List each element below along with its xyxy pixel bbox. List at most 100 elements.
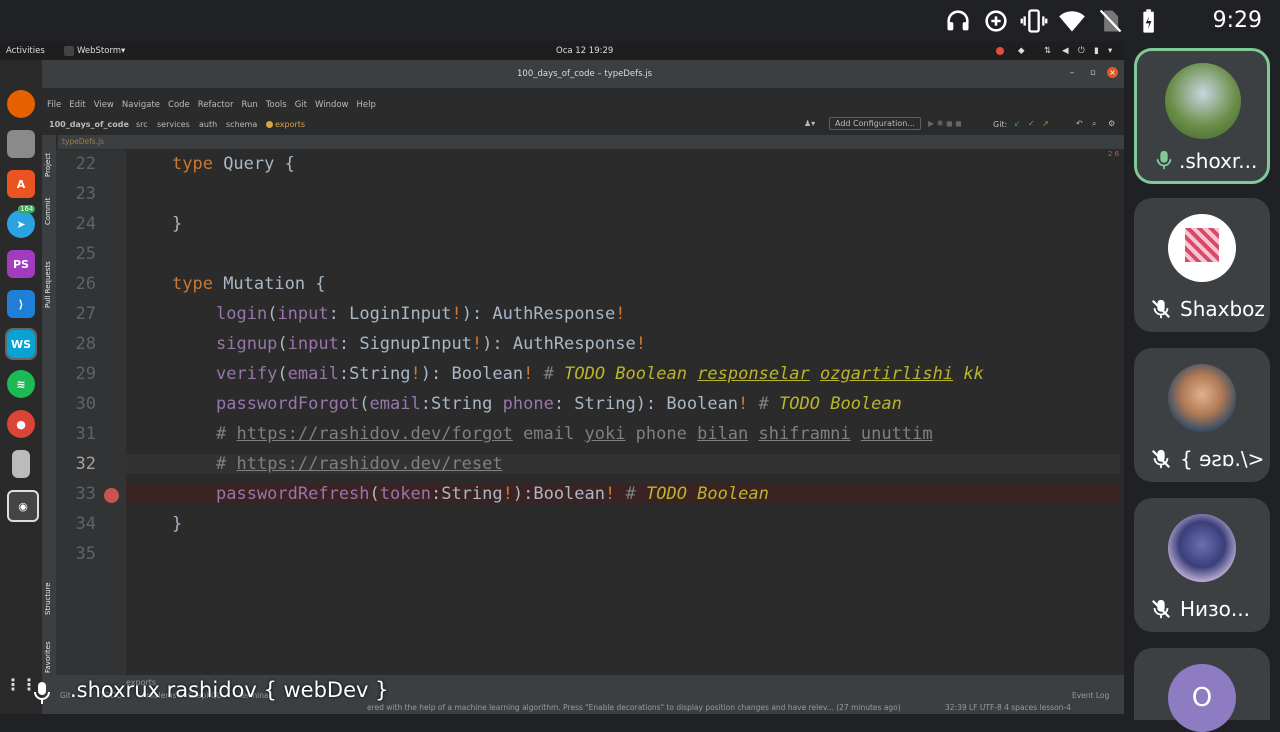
menu-git[interactable]: Git	[295, 100, 307, 116]
line-number: 30	[75, 394, 96, 414]
editor-tab-bar: typeDefs.js	[58, 135, 1124, 149]
tray-app-icon[interactable]	[996, 47, 1004, 55]
headphones-icon	[947, 10, 969, 31]
breakpoint-icon[interactable]	[104, 488, 119, 503]
menu-tools[interactable]: Tools	[266, 100, 287, 116]
chrome-icon[interactable]: ●	[7, 410, 35, 438]
code-line[interactable]: passwordRefresh(token:String!):Boolean! …	[126, 484, 1120, 504]
breadcrumb-project[interactable]: 100_days_of_code	[49, 120, 129, 129]
menu-bar: File Edit View Navigate Code Refactor Run Tools…	[42, 100, 1124, 116]
breadcrumb-exports[interactable]: exports	[275, 120, 305, 129]
line-number: 32	[75, 454, 96, 474]
line-number: 23	[75, 184, 96, 204]
menu-code[interactable]: Code	[168, 100, 190, 116]
pull-requests-tool-tab[interactable]: Pull Requests	[44, 233, 52, 308]
breadcrumb-services[interactable]: services	[157, 120, 190, 129]
menu-view[interactable]: View	[94, 100, 114, 116]
menu-help[interactable]: Help	[357, 100, 376, 116]
code-line[interactable]: type Mutation {	[172, 274, 326, 294]
vscode-icon[interactable]: ⟩	[7, 290, 35, 318]
participant-name: .shoxr...	[1179, 149, 1258, 173]
shared-screen: Activities WebStorm ▾ Oca 12 19:29 ◆ ⇅ ◀…	[0, 42, 1124, 714]
line-number: 24	[75, 214, 96, 234]
status-right[interactable]: 32:39 LF UTF-8 4 spaces lesson-4	[945, 703, 1071, 712]
shield-icon[interactable]: ◆	[1018, 42, 1025, 60]
webstorm-icon[interactable]: WS	[5, 328, 37, 360]
line-number-gutter: 22 23 24 25 26 27 28 29 30 31 32 33 34 35	[56, 150, 126, 695]
menu-navigate[interactable]: Navigate	[122, 100, 160, 116]
power-icon[interactable]: ⏻	[1078, 42, 1085, 60]
inspection-widget[interactable]: 2 6	[1108, 150, 1119, 158]
code-line[interactable]: # https://rashidov.dev/reset	[126, 454, 1120, 474]
status-message[interactable]: ered with the help of a machine learning…	[367, 703, 901, 712]
code-line[interactable]: passwordForgot(email:String phone: Strin…	[216, 394, 902, 414]
active-app-menu[interactable]: WebStorm	[77, 42, 121, 60]
mic-on-icon	[1156, 150, 1172, 170]
breadcrumb-src[interactable]: src	[136, 120, 148, 129]
network-icon[interactable]: ⇅	[1044, 42, 1051, 60]
code-line[interactable]: signup(input: SignupInput!): AuthRespons…	[216, 334, 646, 354]
menu-edit[interactable]: Edit	[69, 100, 85, 116]
search-icon[interactable]: ⌕	[1092, 119, 1096, 129]
files-icon[interactable]	[7, 130, 35, 158]
clock: 9:29	[1212, 8, 1262, 33]
usb-drive-icon[interactable]	[12, 450, 30, 478]
volume-icon[interactable]: ◀	[1062, 42, 1069, 60]
line-number: 26	[75, 274, 96, 294]
commit-tool-tab[interactable]: Commit	[44, 185, 52, 226]
software-center-icon[interactable]: A	[7, 170, 35, 198]
minimize-icon[interactable]: –	[1070, 68, 1074, 78]
close-icon[interactable]: ×	[1107, 67, 1118, 78]
undo-icon[interactable]: ↶	[1076, 119, 1083, 128]
telegram-icon[interactable]: ➤	[7, 210, 35, 238]
code-editor[interactable]: 2 6 type Query {} type Mutation { login(in…	[126, 150, 1120, 695]
git-push-icon[interactable]: ↗	[1042, 119, 1049, 128]
breadcrumb-schema[interactable]: schema	[226, 120, 257, 129]
git-label: Git:	[993, 120, 1008, 129]
git-commit-icon[interactable]: ✓	[1028, 119, 1035, 128]
code-line[interactable]: }	[172, 214, 182, 234]
avatar	[1168, 514, 1236, 582]
menu-file[interactable]: File	[47, 100, 61, 116]
code-line[interactable]: verify(email:String!): Boolean! # TODO B…	[216, 364, 984, 384]
line-number: 29	[75, 364, 96, 384]
breadcrumb-auth[interactable]: auth	[199, 120, 217, 129]
user-icon[interactable]: ♟▾	[804, 119, 815, 128]
data-saver-icon	[985, 10, 1007, 32]
favorites-tool-tab[interactable]: Favorites	[44, 623, 52, 673]
battery-tray-icon[interactable]: ▮	[1094, 42, 1099, 60]
line-number: 27	[75, 304, 96, 324]
datetime[interactable]: Oca 12 19:29	[556, 42, 613, 60]
system-menu-icon[interactable]: ▾	[1108, 42, 1112, 60]
tab-typedefs[interactable]: typeDefs.js	[62, 137, 104, 146]
menu-refactor[interactable]: Refactor	[198, 100, 234, 116]
maximize-icon[interactable]: ▫	[1090, 68, 1096, 78]
menu-window[interactable]: Window	[315, 100, 349, 116]
project-tool-tab[interactable]: Project	[44, 137, 52, 177]
mic-off-icon	[1151, 599, 1171, 619]
add-configuration-button[interactable]: Add Configuration...	[829, 117, 921, 130]
participant-tile[interactable]: Shaxboz	[1134, 198, 1270, 332]
activities-button[interactable]: Activities	[6, 42, 45, 60]
structure-tool-tab[interactable]: Structure	[44, 565, 52, 615]
spotify-icon[interactable]: ≋	[7, 370, 35, 398]
firefox-icon[interactable]	[7, 90, 35, 118]
code-line[interactable]: }	[172, 514, 182, 534]
code-line[interactable]: type Query {	[172, 154, 295, 174]
menu-run[interactable]: Run	[241, 100, 257, 116]
line-number: 31	[75, 424, 96, 444]
settings-icon[interactable]: ⚙	[1108, 119, 1115, 128]
participant-tile[interactable]: Низо...	[1134, 498, 1270, 632]
phpstorm-icon[interactable]: PS	[7, 250, 35, 278]
webstorm-window: 100_days_of_code – typeDefs.js – ▫ × Fil…	[42, 60, 1124, 714]
participant-tile[interactable]: { ɘƨɒ.\>	[1134, 348, 1270, 482]
code-line[interactable]: login(input: LoginInput!): AuthResponse!	[216, 304, 625, 324]
screenshot-icon[interactable]: ◉	[7, 490, 39, 522]
battery-icon	[1143, 9, 1154, 33]
git-update-icon[interactable]: ↙	[1014, 119, 1021, 128]
show-apps-icon[interactable]: ⋮⋮	[5, 670, 37, 698]
participant-tile[interactable]: O	[1134, 648, 1270, 732]
participant-tile-active[interactable]: .shoxr...	[1134, 48, 1270, 184]
event-log-tab[interactable]: Event Log	[1072, 691, 1109, 700]
code-line[interactable]: # https://rashidov.dev/forgot email yoki…	[216, 424, 933, 444]
